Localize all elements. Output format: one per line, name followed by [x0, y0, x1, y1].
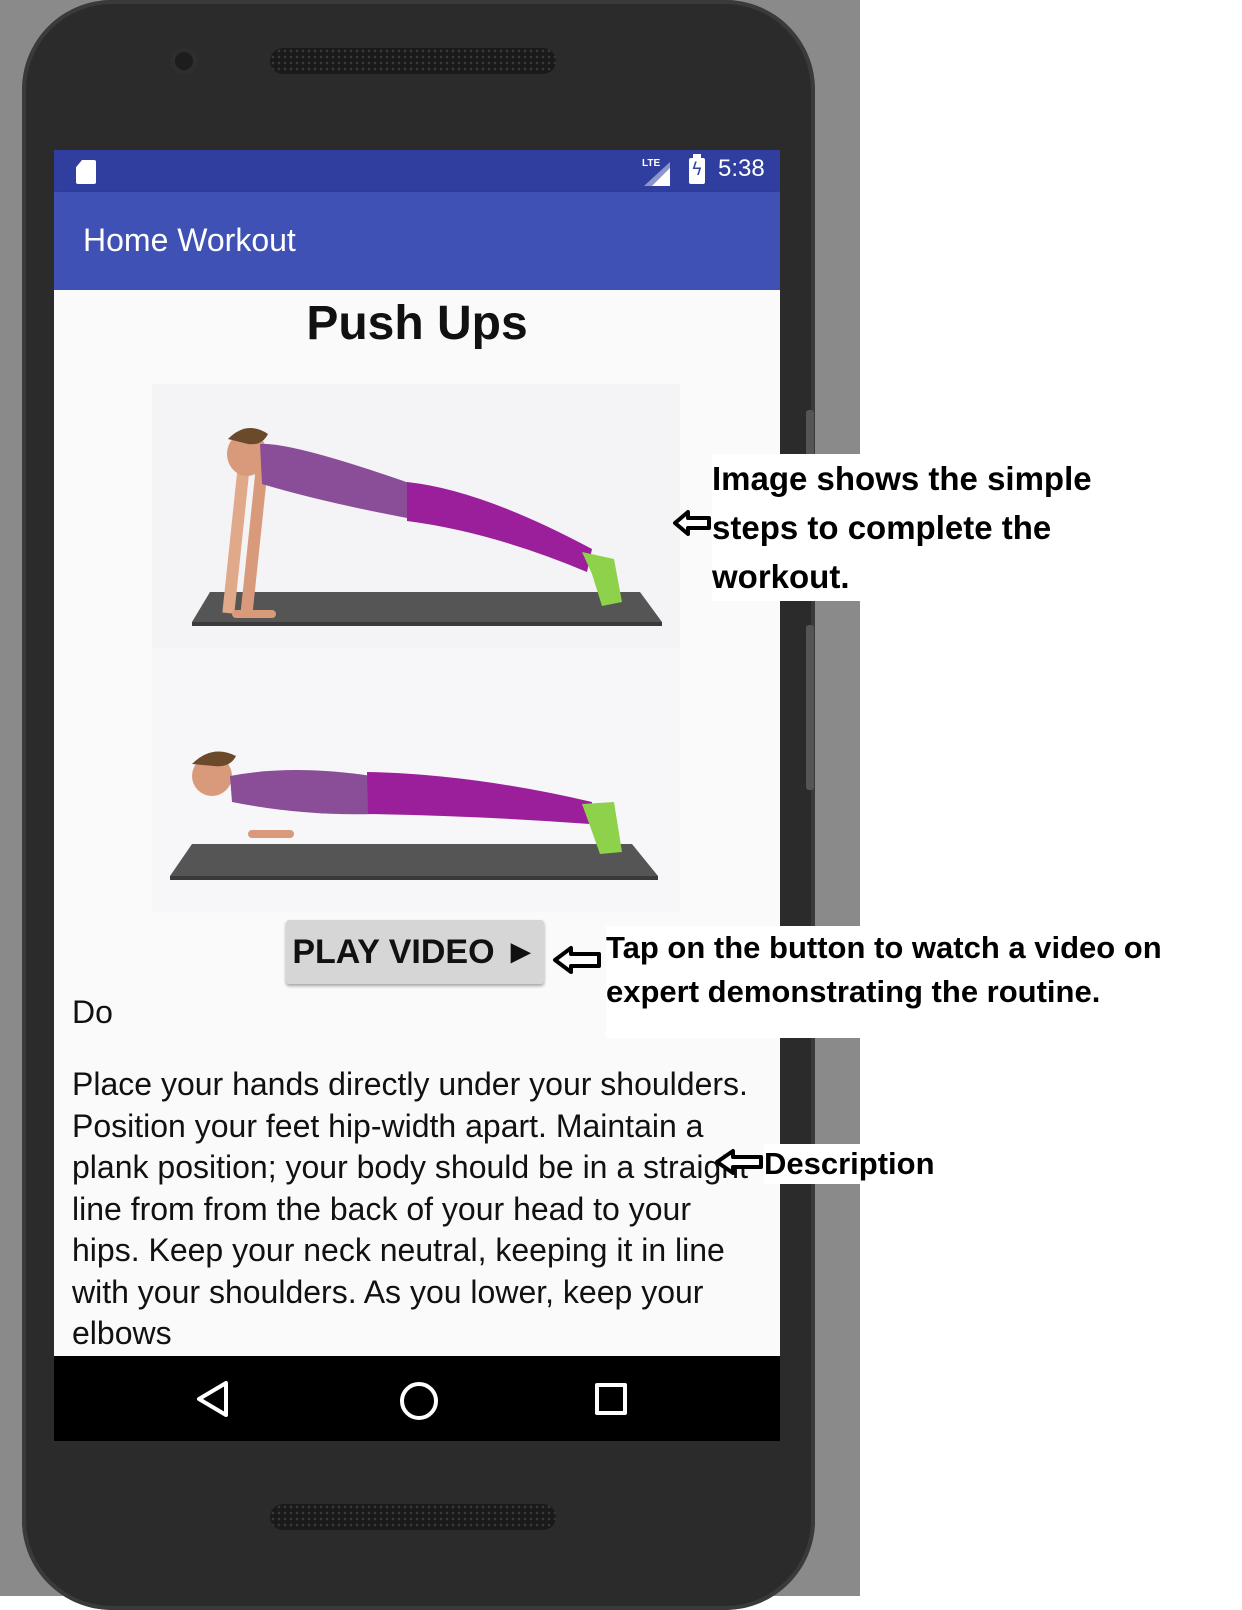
top-speaker — [270, 48, 556, 74]
description-annotation: Description — [764, 1144, 941, 1184]
button-arrow-icon — [553, 946, 601, 974]
app-title: Home Workout — [83, 222, 296, 258]
bottom-speaker — [270, 1504, 556, 1530]
battery-icon — [689, 154, 705, 184]
sd-card-icon — [76, 160, 96, 184]
camera-icon — [170, 47, 198, 75]
exercise-description: Place your hands directly under your sho… — [72, 1066, 748, 1351]
image-arrow-icon — [673, 510, 711, 536]
navigation-bar — [54, 1356, 780, 1441]
push-up-steps-image — [152, 384, 680, 912]
button-annotation: Tap on the button to watch a video on ex… — [606, 926, 1206, 1038]
phone-screen: LTE 5:38 Home Workout Push Ups — [54, 150, 780, 1441]
description-heading: Do — [72, 994, 113, 1030]
app-bar: Home Workout — [54, 192, 780, 290]
clock: 5:38 — [718, 155, 765, 182]
exercise-title: Push Ups — [306, 297, 528, 350]
network-type: LTE — [642, 158, 661, 169]
play-video-button[interactable]: PLAY VIDEO ► — [286, 920, 544, 984]
image-annotation: Image shows the simple steps to complete… — [712, 454, 1102, 601]
back-icon[interactable] — [194, 1380, 232, 1418]
exercise-content[interactable]: Push Ups PLAY VIDEO ► Do Place your hand… — [54, 290, 780, 1356]
volume-button — [806, 625, 814, 790]
home-icon[interactable] — [400, 1382, 438, 1420]
description-arrow-icon — [715, 1149, 763, 1175]
recent-apps-icon[interactable] — [595, 1383, 627, 1415]
status-bar: LTE 5:38 — [54, 150, 780, 192]
